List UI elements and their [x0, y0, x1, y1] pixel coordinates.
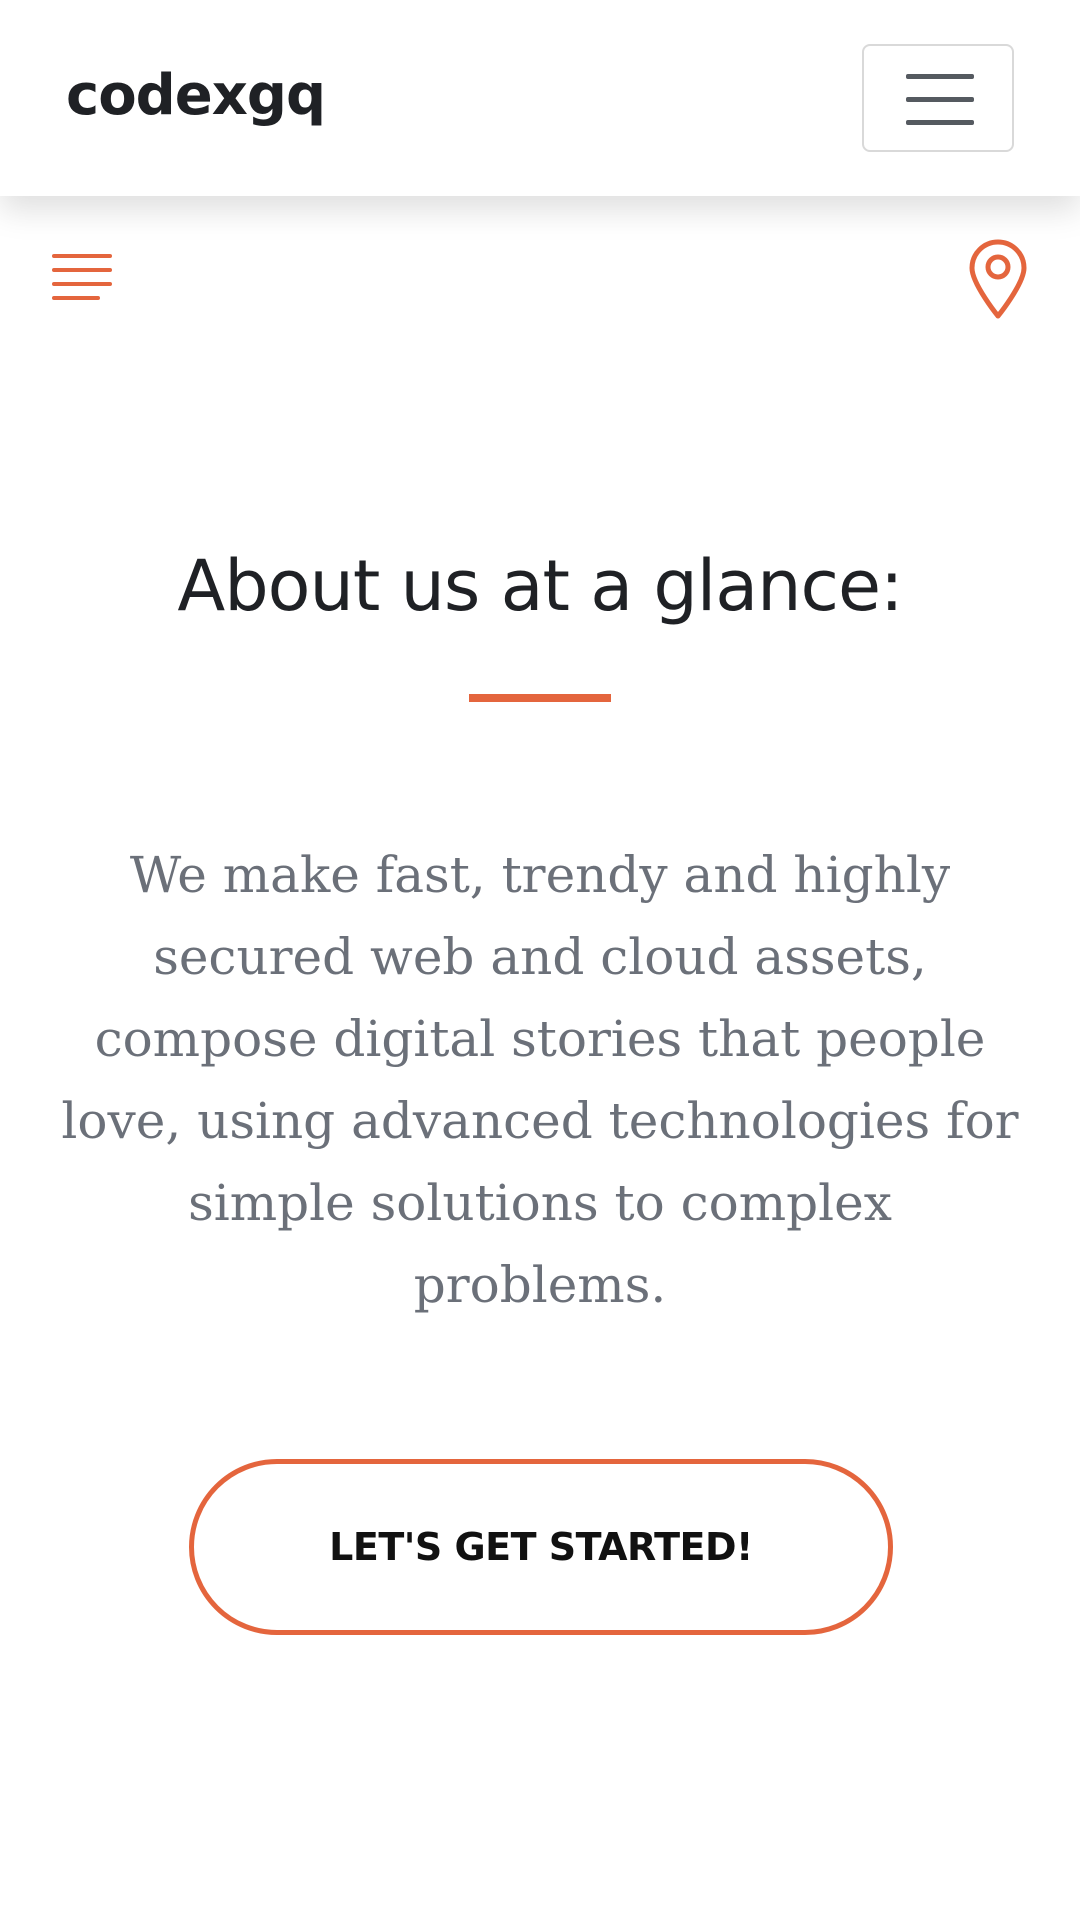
get-started-button[interactable]: LET'S GET STARTED! — [189, 1459, 893, 1635]
brand-logo[interactable]: codexgq — [66, 56, 326, 136]
hamburger-icon — [906, 74, 974, 79]
about-paragraph: We make fast, trendy and highly secured … — [61, 846, 1019, 1314]
map-pin-icon[interactable] — [966, 238, 1030, 320]
menu-lines-icon[interactable] — [52, 252, 114, 304]
navbar-toggler-button[interactable] — [862, 44, 1014, 152]
hamburger-icon — [906, 97, 974, 102]
secondary-toolbar — [0, 196, 1080, 336]
top-navbar: codexgq — [0, 0, 1080, 196]
heading-divider — [469, 694, 611, 702]
section-heading: About us at a glance: — [177, 545, 903, 627]
hamburger-icon — [906, 120, 974, 125]
